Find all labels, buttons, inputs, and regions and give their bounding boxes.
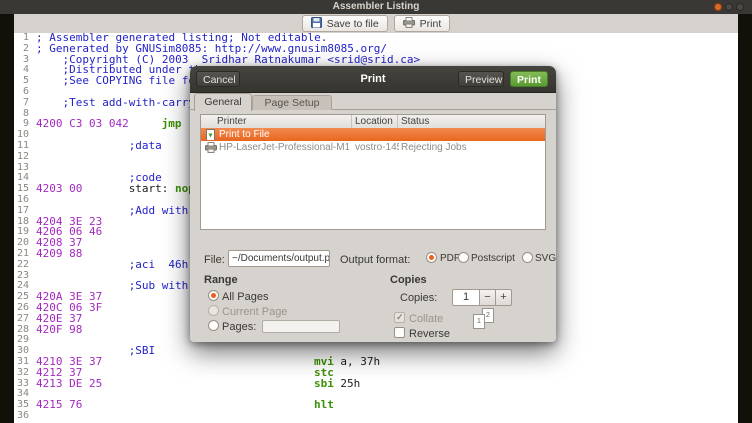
line-number: 22 [16, 258, 29, 270]
range-option-label: Current Page [222, 306, 288, 318]
output-format-label: Output format: [340, 254, 411, 266]
copies-plus-button[interactable]: + [496, 289, 512, 306]
preview-button[interactable]: Preview [458, 71, 504, 87]
radio-pdf[interactable] [426, 252, 437, 263]
close-button[interactable] [714, 3, 722, 11]
code-segment: ;aci 46h [128, 257, 189, 271]
collate-label: Collate [409, 313, 444, 325]
reverse-checkbox[interactable] [394, 327, 405, 338]
printer-list: Printer Location Status Print to File HP-… [200, 114, 546, 230]
radio-all-pages[interactable] [208, 290, 219, 301]
radio-pages[interactable] [208, 320, 219, 331]
line-number: 32 [16, 366, 29, 378]
line-number: 7 [22, 96, 29, 108]
floppy-icon [310, 16, 322, 31]
print-to-file-icon [205, 129, 217, 140]
range-section-label: Range [204, 274, 238, 286]
line-number: 2 [22, 42, 29, 54]
listing-line: 31 4210 3E 37 mvi a, 37h [14, 355, 738, 368]
listing-line: 33 4213 DE 25 sbi 25h [14, 376, 738, 390]
code-segment: a, 37h [340, 355, 381, 368]
column-separator [397, 115, 398, 128]
line-number: 12 [16, 150, 29, 162]
format-option-label: Postscript [471, 253, 515, 264]
window-controls [714, 3, 744, 11]
printer-list-header: Printer Location Status [201, 115, 545, 129]
printer-location: vostro-1450 [355, 142, 399, 153]
printer-name: HP-LaserJet-Professional-M1136-MFP [219, 142, 349, 153]
code-segment: 25h [340, 376, 361, 390]
listing-line: 34 [14, 389, 738, 400]
code-segment: ;Test add-with-carry [62, 95, 195, 109]
column-header-status[interactable]: Status [401, 115, 429, 128]
listing-line: 32 4212 37 stc [14, 366, 738, 379]
code-segment: 4200 C3 03 042 [36, 117, 129, 131]
code-segment: ;data [128, 139, 162, 152]
code-segment: 4209 88 [36, 247, 83, 260]
minimize-button[interactable] [725, 3, 733, 11]
copies-minus-button[interactable]: − [480, 289, 496, 306]
code-segment: sbi [314, 376, 334, 390]
pages-input[interactable] [262, 320, 340, 333]
maximize-button[interactable] [736, 3, 744, 11]
printer-icon [205, 142, 217, 153]
printer-status: Rejecting Jobs [401, 142, 467, 153]
printer-row[interactable]: Print to File [201, 128, 545, 141]
tab-general[interactable]: General [194, 93, 252, 111]
code-segment: 420F 98 [36, 322, 83, 336]
line-number: 36 [16, 410, 29, 421]
tab-page-setup[interactable]: Page Setup [252, 95, 332, 110]
save-to-file-label: Save to file [326, 17, 379, 30]
file-input[interactable]: ~/Documents/output.pdf [228, 250, 330, 267]
print-toolbar-button[interactable]: Print [393, 15, 451, 32]
code-segment: jmp [161, 117, 182, 131]
copies-field-label: Copies: [400, 292, 438, 304]
format-option-label: SVG [535, 253, 557, 264]
radio-svg[interactable] [522, 252, 533, 263]
desktop-strip-left [0, 14, 14, 423]
collate-preview-page-1: 1 [473, 314, 485, 329]
desktop-strip-right [738, 14, 752, 423]
column-separator [351, 115, 352, 128]
toolbar: Save to file Print [14, 15, 738, 33]
line-number: 27 [16, 312, 29, 324]
code-segment: 4213 DE 25 [36, 376, 103, 390]
listing-line: 35 4215 76 hlt [14, 398, 738, 412]
printer-name: Print to File [219, 129, 270, 140]
cancel-button[interactable]: Cancel [196, 71, 240, 87]
code-segment: 4203 00 [36, 182, 83, 196]
window-titlebar: Assembler Listing [0, 0, 752, 15]
tab-bar: General Page Setup [190, 92, 556, 111]
print-toolbar-label: Print [419, 17, 442, 30]
code-segment: 4215 76 [36, 398, 83, 412]
print-dialog-header: Print Cancel Preview Print [190, 66, 556, 93]
print-dialog: Print Cancel Preview Print General Page … [190, 66, 556, 342]
listing-line: 36 [14, 410, 738, 422]
column-header-location[interactable]: Location [355, 115, 393, 128]
window-title: Assembler Listing [332, 1, 420, 12]
radio-postscript[interactable] [458, 252, 469, 263]
format-option-label: PDF [440, 253, 460, 264]
range-option-label: Pages: [222, 321, 257, 333]
radio-current-page[interactable] [208, 305, 219, 316]
printer-icon [402, 16, 415, 31]
code-segment: ;See COPYING file for [62, 74, 202, 88]
range-option-label: All Pages [222, 291, 269, 303]
file-label: File: [204, 254, 225, 266]
code-segment: start: [128, 182, 169, 196]
copies-stepper-value[interactable]: 1 [452, 289, 480, 306]
copies-section-label: Copies [390, 274, 427, 286]
code-segment: hlt [314, 398, 334, 412]
column-header-printer[interactable]: Printer [217, 115, 246, 128]
line-number: 17 [16, 204, 29, 216]
desktop: Assembler Listing Save to file Print 1; … [0, 0, 752, 423]
collate-checkbox[interactable] [394, 312, 405, 323]
reverse-label: Reverse [409, 328, 450, 340]
code-segment: ;SBI [128, 344, 156, 358]
print-button[interactable]: Print [510, 71, 548, 87]
save-to-file-button[interactable]: Save to file [301, 15, 388, 32]
printer-row[interactable]: HP-LaserJet-Professional-M1136-MFP vostro… [201, 141, 545, 154]
